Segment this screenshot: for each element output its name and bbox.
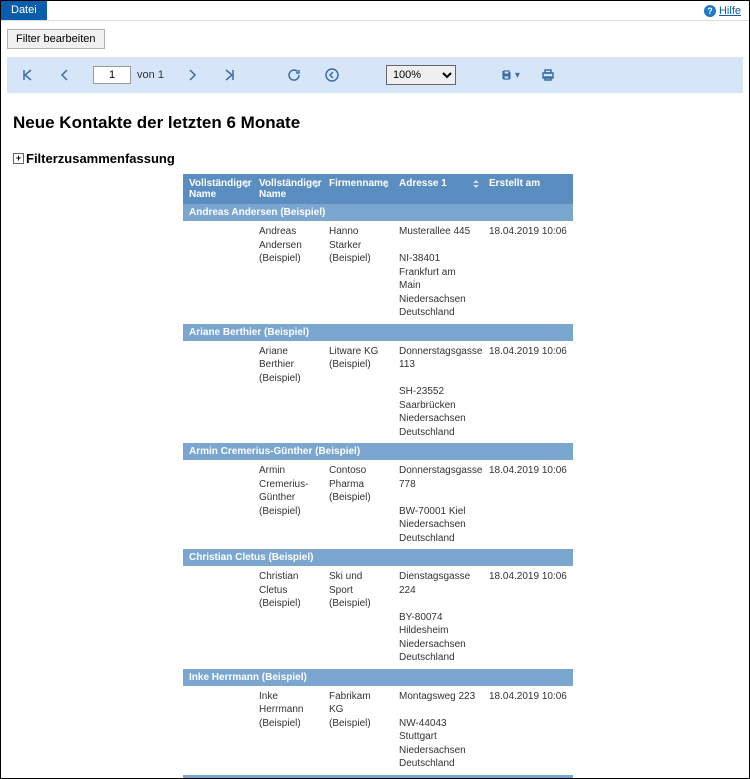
column-header-fullname-1[interactable]: Vollständiger Name bbox=[183, 174, 253, 204]
group-header-row[interactable]: Armin Cremerius-Günther (Beispiel) bbox=[183, 443, 573, 460]
sort-icon bbox=[381, 180, 389, 188]
column-header-fullname-2[interactable]: Vollständiger Name bbox=[253, 174, 323, 204]
group-header-row[interactable]: Christian Cletus (Beispiel) bbox=[183, 549, 573, 566]
first-page-button[interactable] bbox=[17, 65, 37, 85]
filter-summary-label: Filterzusammenfassung bbox=[26, 151, 175, 166]
menubar: Datei ? Hilfe bbox=[1, 1, 749, 21]
zoom-select[interactable]: 100% bbox=[386, 65, 456, 85]
sort-icon bbox=[471, 180, 479, 188]
help-icon: ? bbox=[704, 5, 716, 17]
group-header-row[interactable]: Andreas Andersen (Beispiel) bbox=[183, 204, 573, 221]
page-number-input[interactable] bbox=[93, 66, 131, 84]
filter-bar: Filter bearbeiten bbox=[1, 21, 749, 57]
report-viewport[interactable]: Neue Kontakte der letzten 6 Monate + Fil… bbox=[7, 99, 743, 778]
report-title: Neue Kontakte der letzten 6 Monate bbox=[13, 113, 733, 133]
back-button[interactable] bbox=[322, 65, 342, 85]
help-link[interactable]: Hilfe bbox=[719, 5, 741, 17]
column-header-company[interactable]: Firmenname bbox=[323, 174, 393, 204]
sort-icon bbox=[311, 180, 319, 188]
column-header-created[interactable]: Erstellt am bbox=[483, 174, 573, 204]
chevron-down-icon: ▾ bbox=[515, 70, 520, 81]
filter-summary-toggle[interactable]: + Filterzusammenfassung bbox=[13, 151, 733, 166]
edit-filter-button[interactable]: Filter bearbeiten bbox=[7, 29, 105, 49]
table-row: Andreas Andersen (Beispiel)Hanno Starker… bbox=[183, 221, 573, 324]
sort-icon bbox=[241, 180, 249, 188]
app-window: Datei ? Hilfe Filter bearbeiten von 1 bbox=[0, 0, 750, 779]
group-header-row[interactable]: Inke Herrmann (Beispiel) bbox=[183, 669, 573, 686]
next-page-button[interactable] bbox=[182, 65, 202, 85]
group-header-row[interactable]: Jan Schräpel (Beispiel) bbox=[183, 775, 573, 779]
save-button[interactable]: ▾ bbox=[500, 65, 520, 85]
table-row: Christian Cletus (Beispiel)Ski und Sport… bbox=[183, 566, 573, 669]
print-button[interactable] bbox=[538, 65, 558, 85]
table-row: Inke Herrmann (Beispiel)Fabrikam KG (Bei… bbox=[183, 686, 573, 775]
group-header-row[interactable]: Ariane Berthier (Beispiel) bbox=[183, 324, 573, 341]
column-header-address[interactable]: Adresse 1 bbox=[393, 174, 483, 204]
page-of-label: von 1 bbox=[137, 69, 164, 81]
menu-file[interactable]: Datei bbox=[1, 1, 47, 20]
expand-icon: + bbox=[13, 153, 24, 164]
prev-page-button[interactable] bbox=[55, 65, 75, 85]
table-row: Armin Cremerius-Günther (Beispiel)Contos… bbox=[183, 460, 573, 549]
table-row: Ariane Berthier (Beispiel)Litware KG (Be… bbox=[183, 341, 573, 444]
report-toolbar: von 1 100% ▾ bbox=[7, 57, 743, 93]
refresh-button[interactable] bbox=[284, 65, 304, 85]
report-table: Vollständiger Name Vollständiger Name Fi… bbox=[183, 174, 573, 778]
last-page-button[interactable] bbox=[220, 65, 240, 85]
